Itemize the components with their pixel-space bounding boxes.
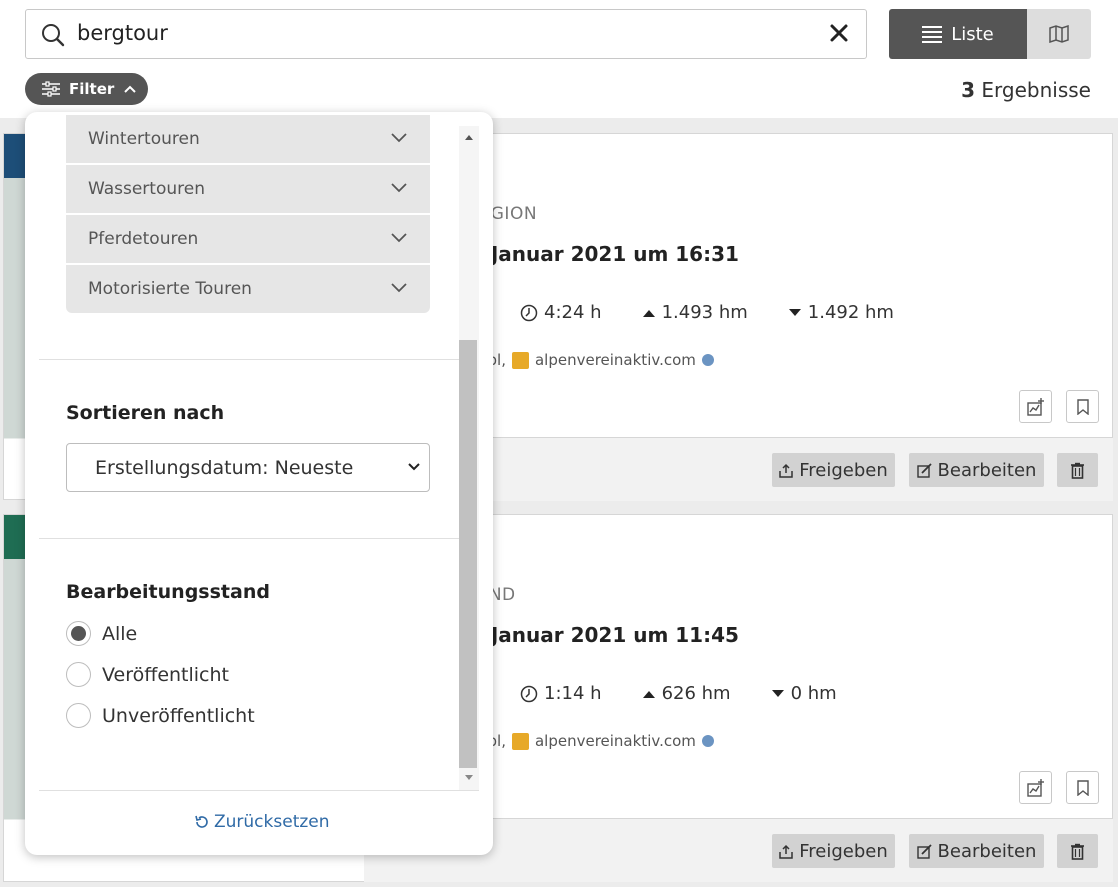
search-icon xyxy=(42,24,65,47)
delete-button[interactable] xyxy=(1057,834,1098,868)
radio-button[interactable] xyxy=(66,662,91,687)
verified-icon xyxy=(701,735,714,747)
divider xyxy=(39,359,459,360)
chart-add-icon xyxy=(1026,778,1044,797)
list-icon xyxy=(922,26,943,43)
reset-button[interactable]: Zurücksetzen xyxy=(194,812,330,832)
undo-icon xyxy=(195,815,208,828)
bookmark-button[interactable] xyxy=(1066,390,1099,423)
filter-button-label: Filter xyxy=(69,80,115,98)
clock-icon xyxy=(520,685,538,702)
category-accordion-horse[interactable]: Pferdetouren xyxy=(66,215,430,263)
tour-stats: 4:24 h 1.493 hm 1.492 hm xyxy=(520,302,934,323)
verified-icon xyxy=(701,354,714,366)
tour-ascent: 626 hm xyxy=(642,683,731,704)
chevron-down-icon xyxy=(391,283,407,293)
close-icon[interactable] xyxy=(828,22,850,44)
status-radio-unpublished[interactable]: Unveröffentlicht xyxy=(66,703,255,728)
category-accordion-water[interactable]: Wassertouren xyxy=(66,165,430,213)
sort-select[interactable]: Erstellungsdatum: Neueste xyxy=(66,443,430,492)
tour-descent: 0 hm xyxy=(771,683,837,704)
tour-authors: übl, alpenvereinaktiv.com xyxy=(478,732,714,750)
top-bar: bergtour Liste Filter 3 Ergebnisse xyxy=(0,0,1118,118)
share-icon xyxy=(779,844,793,859)
tour-ascent: 1.493 hm xyxy=(642,302,748,323)
results-count: 3 Ergebnisse xyxy=(961,78,1091,102)
map-icon xyxy=(1049,25,1069,43)
divider xyxy=(39,538,459,539)
tour-duration: 1:14 h xyxy=(520,683,602,704)
edit-icon xyxy=(916,843,932,859)
filter-button[interactable]: Filter xyxy=(25,73,148,105)
chevron-down-icon xyxy=(408,463,420,471)
publisher-logo-icon xyxy=(511,351,529,369)
descent-arrow-icon xyxy=(788,308,801,316)
publisher-logo-icon xyxy=(511,732,529,750)
map-view-button[interactable] xyxy=(1027,9,1091,59)
add-to-chart-button[interactable] xyxy=(1019,390,1052,423)
edit-button[interactable]: Bearbeiten xyxy=(909,834,1044,868)
status-radio-published[interactable]: Veröffentlicht xyxy=(66,662,229,687)
share-button[interactable]: Freigeben xyxy=(772,453,895,487)
results-label: Ergebnisse xyxy=(981,78,1091,102)
search-input[interactable]: bergtour xyxy=(77,21,168,45)
results-number: 3 xyxy=(961,78,976,102)
ascent-arrow-icon xyxy=(642,309,655,317)
category-accordion-motorized[interactable]: Motorisierte Touren xyxy=(66,265,430,313)
sliders-icon xyxy=(42,81,60,97)
scroll-down-arrow-icon[interactable] xyxy=(463,773,475,783)
share-button[interactable]: Freigeben xyxy=(772,834,895,868)
tour-descent: 1.492 hm xyxy=(788,302,894,323)
chevron-down-icon xyxy=(391,183,407,193)
list-view-button[interactable]: Liste xyxy=(889,9,1027,59)
bookmark-icon xyxy=(1076,398,1089,415)
chevron-down-icon xyxy=(391,233,407,243)
share-icon xyxy=(779,463,793,478)
sort-title: Sortieren nach xyxy=(66,402,225,424)
chevron-down-icon xyxy=(391,133,407,143)
delete-button[interactable] xyxy=(1057,453,1098,487)
publisher-link[interactable]: alpenvereinaktiv.com xyxy=(535,732,696,750)
filter-panel: Wintertouren Wassertouren Pferdetouren M… xyxy=(25,112,493,855)
add-to-chart-button[interactable] xyxy=(1019,771,1052,804)
scrollbar-thumb[interactable] xyxy=(459,340,477,768)
status-title: Bearbeitungsstand xyxy=(66,581,270,603)
bookmark-icon xyxy=(1076,779,1089,796)
status-radio-all[interactable]: Alle xyxy=(66,621,137,646)
edit-icon xyxy=(916,462,932,478)
publisher-link[interactable]: alpenvereinaktiv.com xyxy=(535,351,696,369)
chevron-up-icon xyxy=(124,85,136,93)
clock-icon xyxy=(520,304,538,321)
tour-authors: übl, alpenvereinaktiv.com xyxy=(478,351,714,369)
list-view-label: Liste xyxy=(951,23,994,45)
search-box[interactable]: bergtour xyxy=(25,9,867,59)
radio-button[interactable] xyxy=(66,703,91,728)
edit-button[interactable]: Bearbeiten xyxy=(909,453,1044,487)
chart-add-icon xyxy=(1026,397,1044,416)
tour-stats: 1:14 h 626 hm 0 hm xyxy=(520,683,877,704)
tour-duration: 4:24 h xyxy=(520,302,602,323)
trash-icon xyxy=(1071,843,1084,860)
descent-arrow-icon xyxy=(771,689,784,697)
divider xyxy=(39,790,479,791)
view-toggle: Liste xyxy=(889,9,1091,59)
scroll-up-arrow-icon[interactable] xyxy=(463,132,475,142)
category-accordion-winter[interactable]: Wintertouren xyxy=(66,115,430,163)
trash-icon xyxy=(1071,462,1084,479)
radio-selected-dot xyxy=(71,626,86,641)
ascent-arrow-icon xyxy=(642,690,655,698)
bookmark-button[interactable] xyxy=(1066,771,1099,804)
radio-button[interactable] xyxy=(66,621,91,646)
